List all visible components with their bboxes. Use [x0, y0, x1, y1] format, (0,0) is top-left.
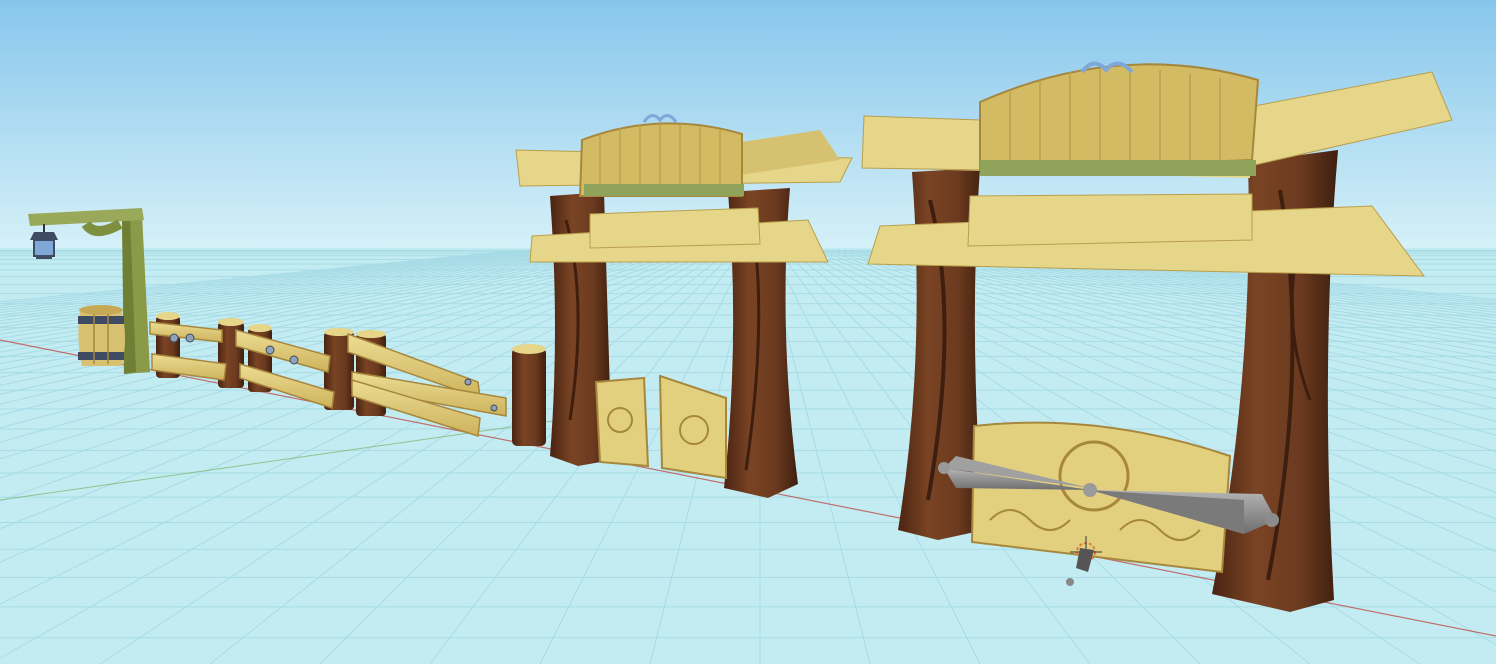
scene-canvas[interactable] [0, 0, 1496, 664]
3d-viewport[interactable] [0, 0, 1496, 664]
lantern-icon [30, 232, 58, 259]
stump[interactable] [512, 344, 546, 446]
barrel[interactable] [78, 305, 125, 366]
